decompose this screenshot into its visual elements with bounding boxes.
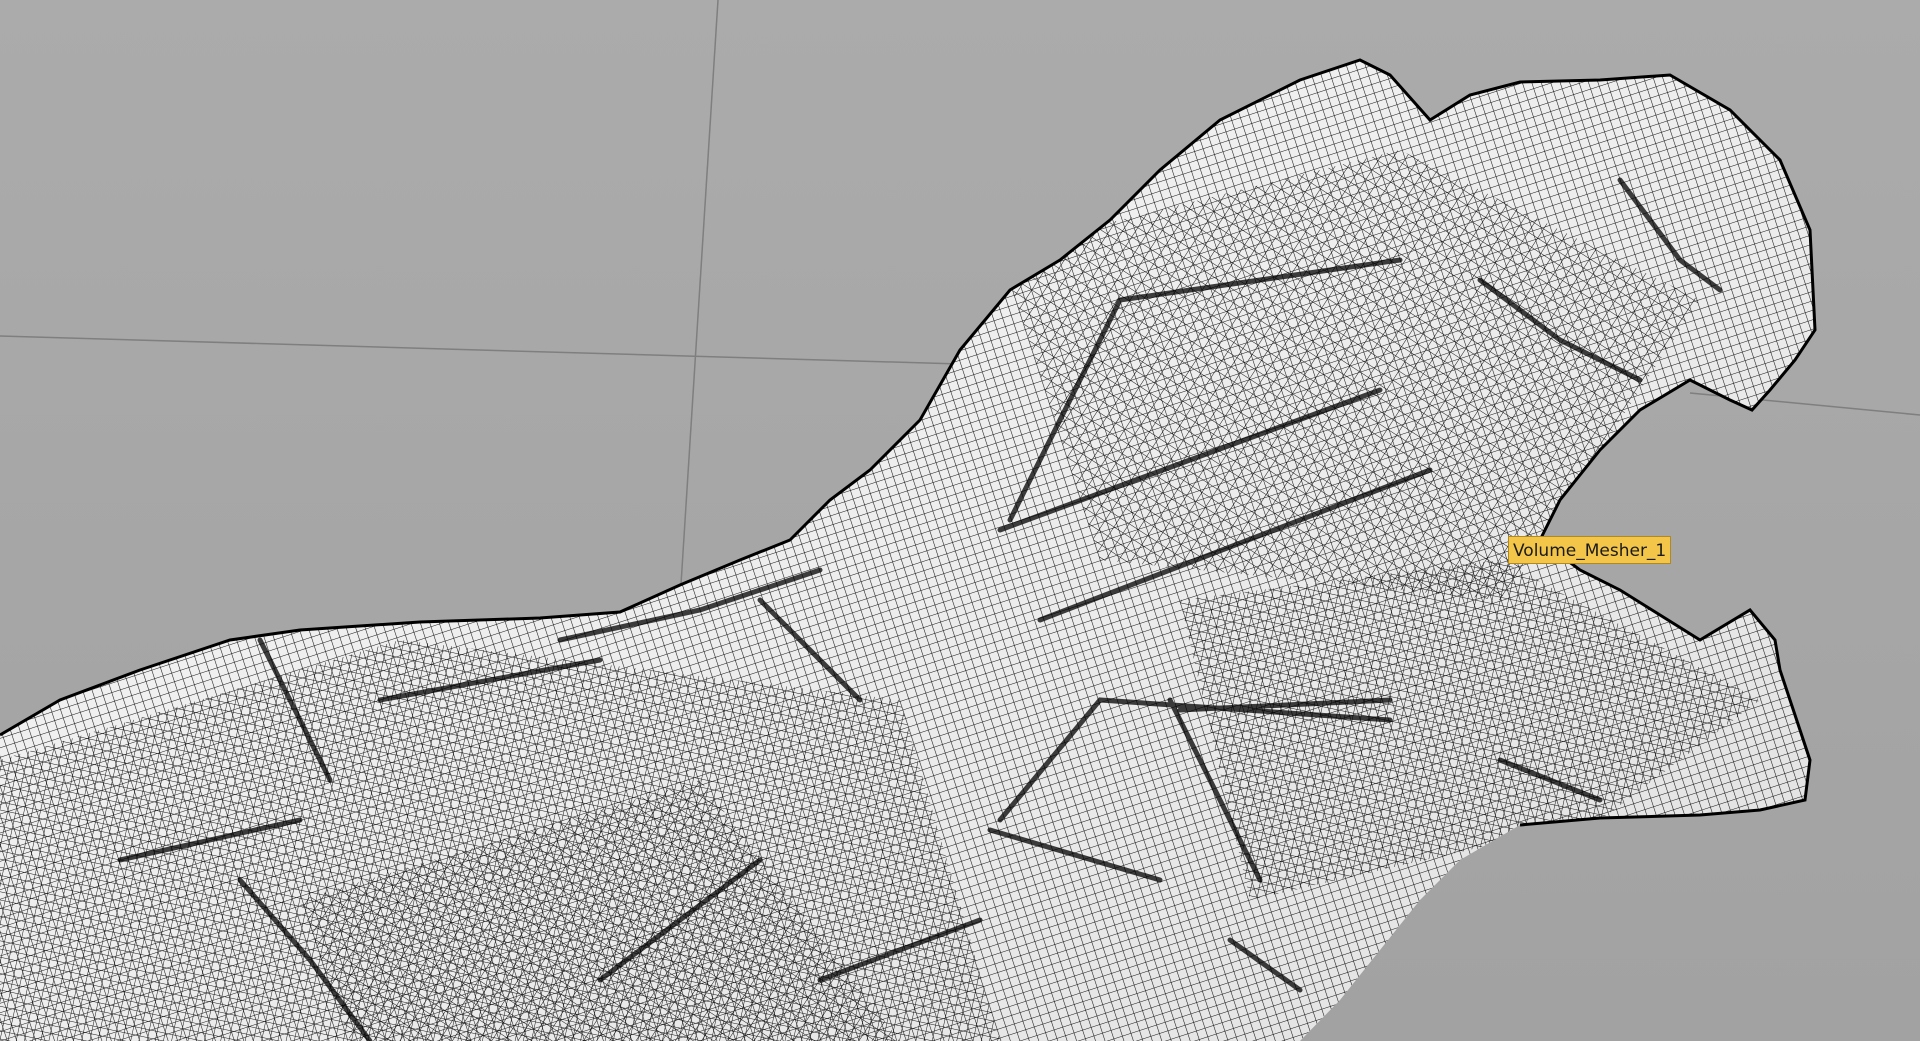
3d-viewport[interactable]: Volume_Mesher_1 — [0, 0, 1920, 1041]
volume-mesh — [0, 60, 1815, 1041]
grid-line-horizontal — [0, 335, 961, 365]
viewport-canvas[interactable] — [0, 0, 1920, 1041]
grid-line-vertical — [679, 0, 719, 601]
object-label[interactable]: Volume_Mesher_1 — [1508, 536, 1672, 564]
